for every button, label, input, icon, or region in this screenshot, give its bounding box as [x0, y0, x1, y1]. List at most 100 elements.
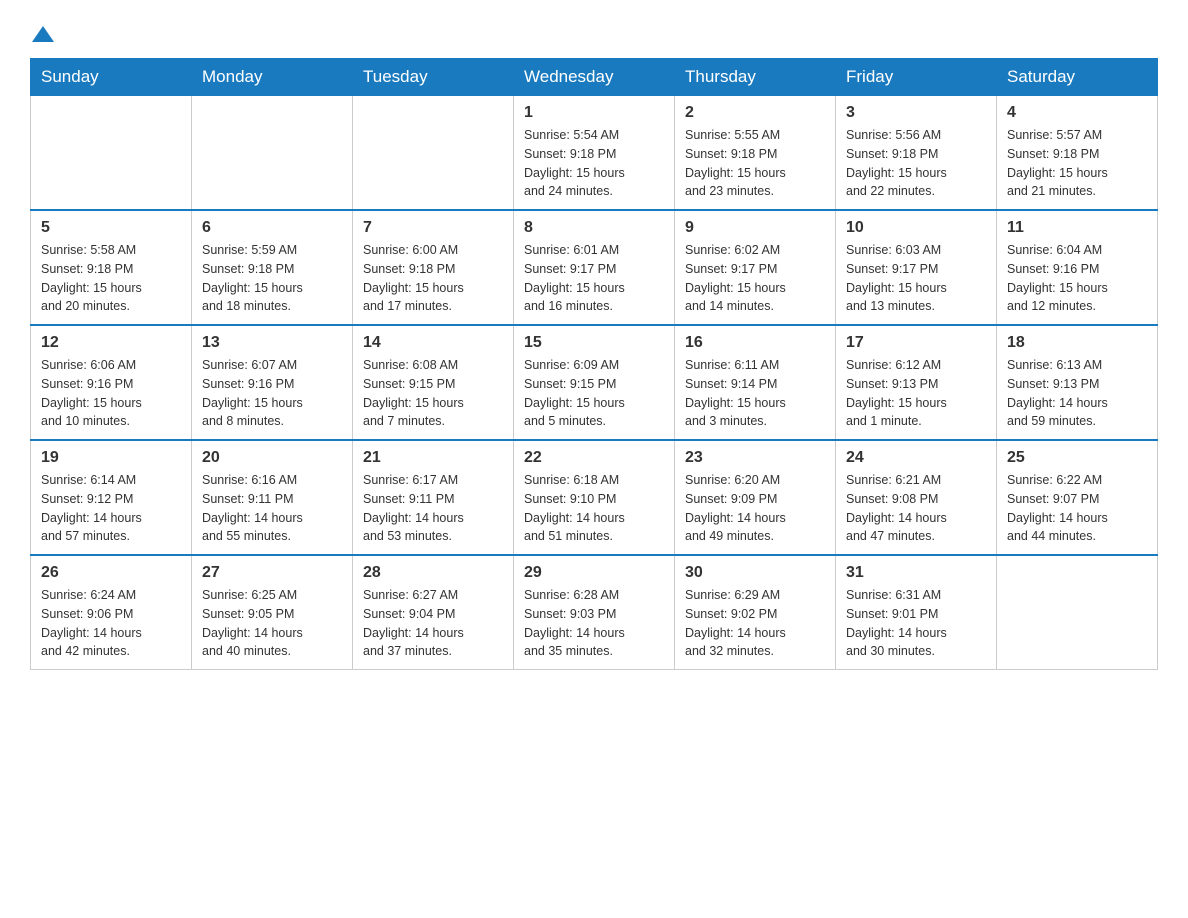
col-header-monday: Monday	[192, 59, 353, 96]
calendar-cell	[192, 96, 353, 211]
calendar-cell: 22 Sunrise: 6:18 AM Sunset: 9:10 PM Dayli…	[514, 440, 675, 555]
day-info: Sunrise: 6:27 AM Sunset: 9:04 PM Dayligh…	[363, 586, 503, 661]
calendar-cell: 11 Sunrise: 6:04 AM Sunset: 9:16 PM Dayli…	[997, 210, 1158, 325]
day-number: 9	[685, 219, 825, 237]
logo-triangle-icon	[32, 26, 54, 42]
day-number: 7	[363, 219, 503, 237]
day-number: 26	[41, 564, 181, 582]
day-number: 28	[363, 564, 503, 582]
calendar-cell: 6 Sunrise: 5:59 AM Sunset: 9:18 PM Daylig…	[192, 210, 353, 325]
calendar-cell: 7 Sunrise: 6:00 AM Sunset: 9:18 PM Daylig…	[353, 210, 514, 325]
calendar-cell: 24Sunrise: 6:21 AM Sunset: 9:08 PM Dayli…	[836, 440, 997, 555]
day-info: Sunrise: 6:21 AM Sunset: 9:08 PM Dayligh…	[846, 471, 986, 546]
calendar-cell: 14 Sunrise: 6:08 AM Sunset: 9:15 PM Dayli…	[353, 325, 514, 440]
day-number: 30	[685, 564, 825, 582]
day-info: Sunrise: 6:06 AM Sunset: 9:16 PM Dayligh…	[41, 356, 181, 431]
day-number: 8	[524, 219, 664, 237]
day-info: Sunrise: 5:56 AM Sunset: 9:18 PM Dayligh…	[846, 126, 986, 201]
calendar-cell: 30 Sunrise: 6:29 AM Sunset: 9:02 PM Dayli…	[675, 555, 836, 670]
day-info: Sunrise: 6:14 AM Sunset: 9:12 PM Dayligh…	[41, 471, 181, 546]
page-header	[30, 20, 1158, 48]
day-number: 11	[1007, 219, 1147, 237]
day-number: 21	[363, 449, 503, 467]
day-info: Sunrise: 6:13 AM Sunset: 9:13 PM Dayligh…	[1007, 356, 1147, 431]
day-number: 16	[685, 334, 825, 352]
day-info: Sunrise: 6:18 AM Sunset: 9:10 PM Dayligh…	[524, 471, 664, 546]
day-info: Sunrise: 6:24 AM Sunset: 9:06 PM Dayligh…	[41, 586, 181, 661]
day-number: 3	[846, 104, 986, 122]
calendar-cell: 12 Sunrise: 6:06 AM Sunset: 9:16 PM Dayli…	[31, 325, 192, 440]
day-number: 5	[41, 219, 181, 237]
day-number: 4	[1007, 104, 1147, 122]
day-number: 31	[846, 564, 986, 582]
day-info: Sunrise: 6:12 AM Sunset: 9:13 PM Dayligh…	[846, 356, 986, 431]
calendar-cell: 25 Sunrise: 6:22 AM Sunset: 9:07 PM Dayli…	[997, 440, 1158, 555]
day-info: Sunrise: 6:11 AM Sunset: 9:14 PM Dayligh…	[685, 356, 825, 431]
day-info: Sunrise: 6:17 AM Sunset: 9:11 PM Dayligh…	[363, 471, 503, 546]
day-info: Sunrise: 6:28 AM Sunset: 9:03 PM Dayligh…	[524, 586, 664, 661]
day-info: Sunrise: 6:25 AM Sunset: 9:05 PM Dayligh…	[202, 586, 342, 661]
col-header-tuesday: Tuesday	[353, 59, 514, 96]
day-number: 20	[202, 449, 342, 467]
day-number: 14	[363, 334, 503, 352]
day-number: 12	[41, 334, 181, 352]
day-number: 10	[846, 219, 986, 237]
day-number: 23	[685, 449, 825, 467]
day-number: 15	[524, 334, 664, 352]
calendar-cell: 21 Sunrise: 6:17 AM Sunset: 9:11 PM Dayli…	[353, 440, 514, 555]
day-info: Sunrise: 6:20 AM Sunset: 9:09 PM Dayligh…	[685, 471, 825, 546]
calendar-cell: 13Sunrise: 6:07 AM Sunset: 9:16 PM Dayli…	[192, 325, 353, 440]
day-number: 19	[41, 449, 181, 467]
calendar-cell: 5 Sunrise: 5:58 AM Sunset: 9:18 PM Daylig…	[31, 210, 192, 325]
day-info: Sunrise: 5:57 AM Sunset: 9:18 PM Dayligh…	[1007, 126, 1147, 201]
calendar-cell: 17 Sunrise: 6:12 AM Sunset: 9:13 PM Dayli…	[836, 325, 997, 440]
day-info: Sunrise: 5:58 AM Sunset: 9:18 PM Dayligh…	[41, 241, 181, 316]
calendar-cell: 16 Sunrise: 6:11 AM Sunset: 9:14 PM Dayli…	[675, 325, 836, 440]
day-info: Sunrise: 6:01 AM Sunset: 9:17 PM Dayligh…	[524, 241, 664, 316]
day-info: Sunrise: 6:00 AM Sunset: 9:18 PM Dayligh…	[363, 241, 503, 316]
day-number: 25	[1007, 449, 1147, 467]
day-info: Sunrise: 6:16 AM Sunset: 9:11 PM Dayligh…	[202, 471, 342, 546]
col-header-sunday: Sunday	[31, 59, 192, 96]
calendar-cell	[997, 555, 1158, 670]
day-number: 22	[524, 449, 664, 467]
calendar-cell: 4 Sunrise: 5:57 AM Sunset: 9:18 PM Daylig…	[997, 96, 1158, 211]
day-info: Sunrise: 6:22 AM Sunset: 9:07 PM Dayligh…	[1007, 471, 1147, 546]
calendar-table: SundayMondayTuesdayWednesdayThursdayFrid…	[30, 58, 1158, 670]
day-info: Sunrise: 6:08 AM Sunset: 9:15 PM Dayligh…	[363, 356, 503, 431]
day-info: Sunrise: 6:04 AM Sunset: 9:16 PM Dayligh…	[1007, 241, 1147, 316]
day-number: 13	[202, 334, 342, 352]
day-info: Sunrise: 6:09 AM Sunset: 9:15 PM Dayligh…	[524, 356, 664, 431]
calendar-cell: 8 Sunrise: 6:01 AM Sunset: 9:17 PM Daylig…	[514, 210, 675, 325]
day-info: Sunrise: 5:54 AM Sunset: 9:18 PM Dayligh…	[524, 126, 664, 201]
day-info: Sunrise: 6:29 AM Sunset: 9:02 PM Dayligh…	[685, 586, 825, 661]
day-number: 2	[685, 104, 825, 122]
logo	[30, 20, 54, 48]
day-number: 29	[524, 564, 664, 582]
calendar-cell: 10 Sunrise: 6:03 AM Sunset: 9:17 PM Dayli…	[836, 210, 997, 325]
day-number: 17	[846, 334, 986, 352]
calendar-cell	[353, 96, 514, 211]
day-info: Sunrise: 5:59 AM Sunset: 9:18 PM Dayligh…	[202, 241, 342, 316]
col-header-thursday: Thursday	[675, 59, 836, 96]
day-info: Sunrise: 6:03 AM Sunset: 9:17 PM Dayligh…	[846, 241, 986, 316]
col-header-friday: Friday	[836, 59, 997, 96]
calendar-cell: 18 Sunrise: 6:13 AM Sunset: 9:13 PM Dayli…	[997, 325, 1158, 440]
calendar-cell: 29 Sunrise: 6:28 AM Sunset: 9:03 PM Dayli…	[514, 555, 675, 670]
col-header-saturday: Saturday	[997, 59, 1158, 96]
calendar-cell: 20 Sunrise: 6:16 AM Sunset: 9:11 PM Dayli…	[192, 440, 353, 555]
calendar-cell: 27Sunrise: 6:25 AM Sunset: 9:05 PM Dayli…	[192, 555, 353, 670]
calendar-cell	[31, 96, 192, 211]
day-number: 1	[524, 104, 664, 122]
day-info: Sunrise: 6:31 AM Sunset: 9:01 PM Dayligh…	[846, 586, 986, 661]
calendar-cell: 15 Sunrise: 6:09 AM Sunset: 9:15 PM Dayli…	[514, 325, 675, 440]
day-info: Sunrise: 6:02 AM Sunset: 9:17 PM Dayligh…	[685, 241, 825, 316]
calendar-cell: 1 Sunrise: 5:54 AM Sunset: 9:18 PM Daylig…	[514, 96, 675, 211]
day-number: 6	[202, 219, 342, 237]
calendar-cell: 23 Sunrise: 6:20 AM Sunset: 9:09 PM Dayli…	[675, 440, 836, 555]
calendar-cell: 28 Sunrise: 6:27 AM Sunset: 9:04 PM Dayli…	[353, 555, 514, 670]
col-header-wednesday: Wednesday	[514, 59, 675, 96]
calendar-cell: 3 Sunrise: 5:56 AM Sunset: 9:18 PM Daylig…	[836, 96, 997, 211]
day-number: 18	[1007, 334, 1147, 352]
calendar-cell: 9 Sunrise: 6:02 AM Sunset: 9:17 PM Daylig…	[675, 210, 836, 325]
